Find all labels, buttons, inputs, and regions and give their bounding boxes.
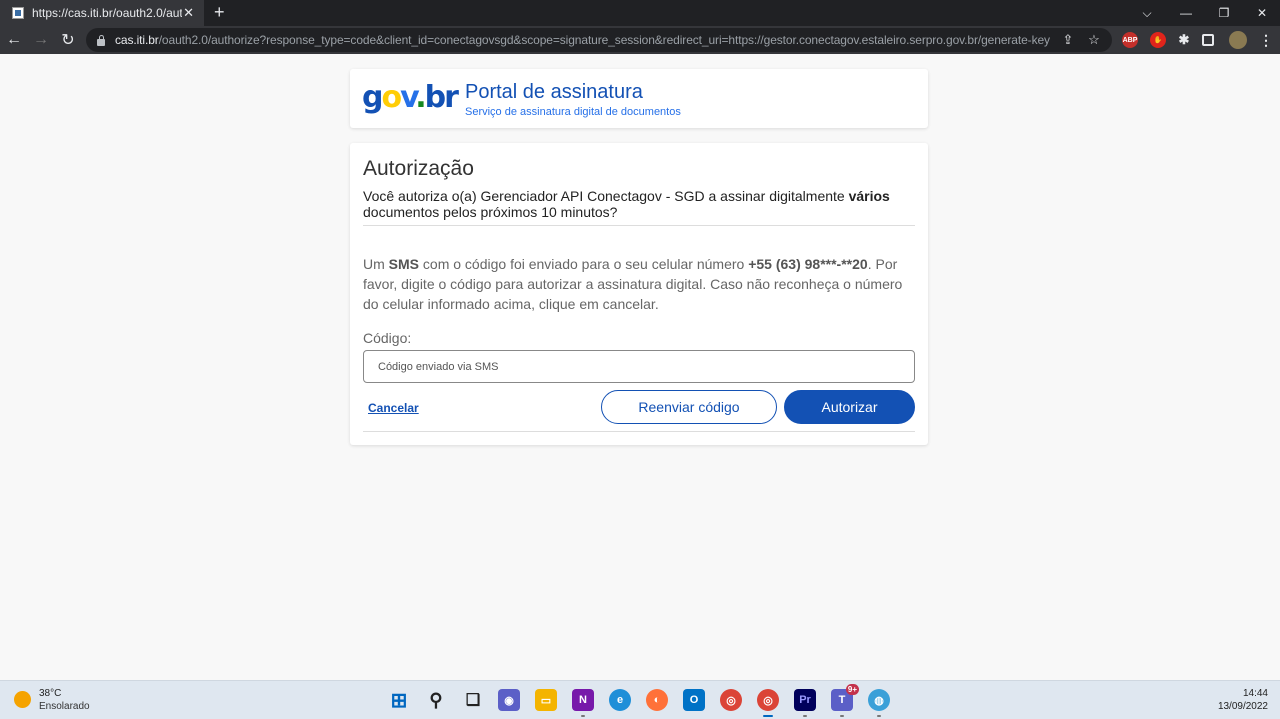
weather-condition[interactable]: Ensolarado — [39, 701, 90, 712]
portal-header: gov.br Portal de assinatura Serviço de a… — [350, 69, 928, 128]
portal-subtitle: Serviço de assinatura digital de documen… — [465, 106, 681, 118]
code-label: Código: — [363, 330, 412, 346]
browser-menu-icon[interactable]: ⋮ — [1258, 32, 1274, 48]
authorization-title: Autorização — [363, 157, 474, 180]
reload-icon[interactable]: ↻ — [58, 30, 78, 50]
chrome-icon[interactable]: ◎ — [720, 689, 742, 711]
new-tab-icon[interactable]: + — [214, 2, 225, 23]
teams-icon[interactable]: T 9+ — [831, 684, 859, 717]
back-icon[interactable]: ← — [4, 30, 24, 50]
teams-badge: 9+ — [845, 684, 859, 695]
temperature[interactable]: 38°C — [39, 688, 61, 699]
cancel-link[interactable]: Cancelar — [368, 401, 419, 415]
tab-search-icon[interactable]: ⌵ — [1128, 0, 1166, 26]
forward-icon[interactable]: → — [31, 30, 51, 50]
site-favicon-icon — [12, 7, 24, 19]
authorize-button[interactable]: Autorizar — [784, 390, 915, 424]
edge-icon[interactable]: e — [609, 689, 631, 711]
outlook-icon[interactable]: O — [683, 689, 705, 711]
adblock-plus-icon[interactable]: ABP — [1122, 32, 1138, 48]
system-clock[interactable]: 14:44 13/09/2022 — [1218, 687, 1268, 713]
side-panel-icon[interactable] — [1202, 34, 1214, 46]
code-input[interactable] — [363, 350, 915, 383]
authorization-question: Você autoriza o(a) Gerenciador API Conec… — [363, 188, 890, 220]
address-bar[interactable]: cas.iti.br/oauth2.0/authorize?response_t… — [86, 28, 1112, 52]
tab-title: https://cas.iti.br/oauth2.0/authori — [32, 6, 182, 20]
divider — [363, 225, 915, 226]
file-explorer-icon[interactable]: ▭ — [535, 689, 557, 711]
onenote-icon[interactable]: N — [572, 689, 594, 717]
taskbar: 38°C Ensolarado ⊞ ⚲ ❑ ◉ ▭ N e ◐ O ◎ ◎ Pr… — [0, 680, 1280, 719]
browser-toolbar: ← → ↻ cas.iti.br/oauth2.0/authorize?resp… — [0, 26, 1280, 54]
share-icon[interactable]: ⇪ — [1060, 32, 1076, 48]
authorization-card: Autorização Você autoriza o(a) Gerenciad… — [350, 143, 928, 445]
browser-app-icon[interactable]: ◍ — [868, 689, 890, 717]
extensions-puzzle-icon[interactable]: ✱ — [1176, 32, 1192, 48]
divider-bottom — [363, 431, 915, 432]
tab-close-icon[interactable]: ✕ — [183, 5, 194, 21]
window-close-icon[interactable]: ✕ — [1243, 0, 1280, 26]
sms-instructions: Um SMS com o código foi enviado para o s… — [363, 256, 903, 312]
bookmark-star-icon[interactable]: ☆ — [1086, 32, 1102, 48]
firefox-icon[interactable]: ◐ — [646, 689, 668, 711]
weather-sun-icon[interactable] — [14, 691, 31, 708]
profile-avatar[interactable] — [1229, 31, 1247, 49]
browser-tab-bar: https://cas.iti.br/oauth2.0/authori ✕ + … — [0, 0, 1280, 26]
govbr-logo: gov.br — [362, 80, 459, 115]
browser-tab[interactable]: https://cas.iti.br/oauth2.0/authori ✕ — [0, 0, 204, 26]
lock-icon[interactable] — [96, 34, 106, 46]
url-text[interactable]: cas.iti.br/oauth2.0/authorize?response_t… — [115, 33, 1065, 47]
resend-code-button[interactable]: Reenviar código — [601, 390, 777, 424]
premiere-pro-icon[interactable]: Pr — [794, 689, 816, 717]
chrome-active-icon[interactable]: ◎ — [757, 689, 779, 717]
portal-title: Portal de assinatura — [465, 81, 643, 103]
page-content: gov.br Portal de assinatura Serviço de a… — [0, 54, 1280, 680]
task-view-icon[interactable]: ❑ — [462, 689, 484, 711]
start-windows-icon[interactable]: ⊞ — [388, 689, 410, 712]
minimize-icon[interactable]: — — [1167, 0, 1205, 26]
extension-stop-icon[interactable]: ✋ — [1150, 32, 1166, 48]
search-icon[interactable]: ⚲ — [425, 689, 447, 711]
chat-icon[interactable]: ◉ — [498, 689, 520, 711]
restore-icon[interactable]: ❐ — [1205, 0, 1243, 26]
